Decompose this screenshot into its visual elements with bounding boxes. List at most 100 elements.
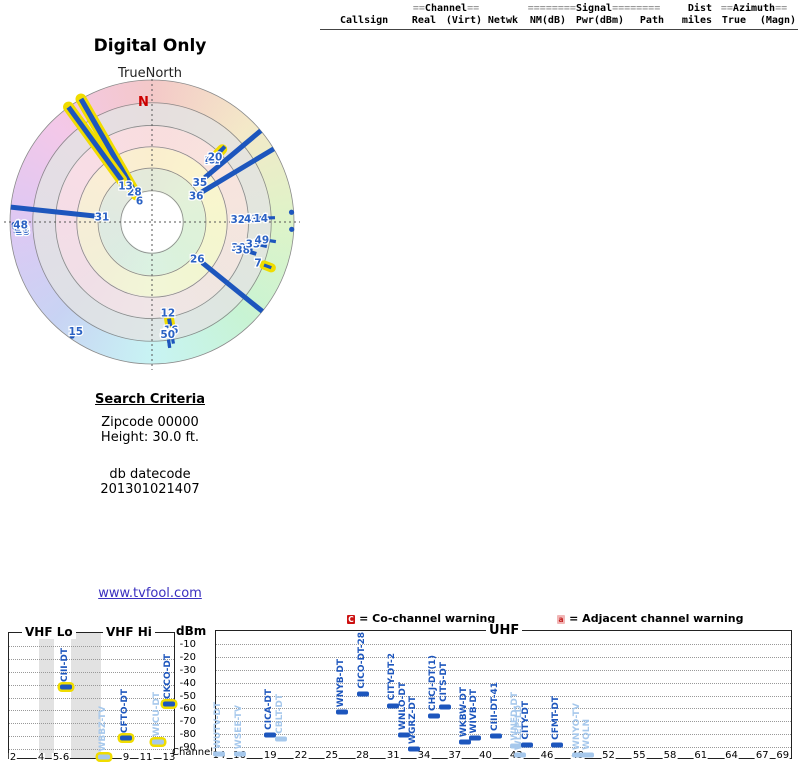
radar-spoke bbox=[10, 204, 96, 219]
channel-tick-label: 6 bbox=[61, 752, 71, 763]
station-label: WBBZ-TV bbox=[98, 706, 108, 752]
radar-channel-label: 36 bbox=[189, 190, 204, 202]
station-marker bbox=[274, 736, 287, 742]
co-channel-legend: C = Co-channel warning bbox=[347, 611, 495, 626]
station-label: CITY-DT bbox=[520, 701, 531, 740]
channel-tick-label: 61 bbox=[693, 750, 709, 761]
station-label: WIVB-DT bbox=[469, 688, 480, 734]
radar-channel-label: 48 bbox=[13, 219, 28, 231]
gridline bbox=[216, 656, 791, 658]
col-callsign: Callsign bbox=[340, 15, 389, 26]
channel-group-header: ==Channel== bbox=[412, 3, 480, 14]
station-marker bbox=[520, 742, 533, 748]
radar-channel-label: 49 bbox=[255, 234, 270, 246]
col-pwr: Pwr(dBm) bbox=[575, 15, 624, 26]
gridline bbox=[216, 682, 791, 684]
radar-channel-label: 35 bbox=[193, 177, 208, 189]
uhf-label: UHF bbox=[486, 623, 523, 638]
vhf-lo-label: VHF Lo bbox=[22, 625, 76, 639]
station-marker bbox=[551, 742, 564, 748]
gridline bbox=[216, 695, 791, 697]
height-value: Height: 30.0 ft. bbox=[100, 430, 200, 445]
col-path: Path bbox=[639, 15, 664, 26]
radar-spoke bbox=[200, 260, 264, 314]
datecode-label: db datecode bbox=[109, 467, 191, 482]
radar-channel-label: 31 bbox=[95, 212, 110, 224]
station-marker bbox=[469, 735, 482, 741]
channel-tick-label: 25 bbox=[324, 750, 340, 761]
station-label: WKBW-DT bbox=[459, 687, 469, 738]
gridline bbox=[9, 671, 174, 673]
station-label: CFMT-DT bbox=[551, 695, 562, 740]
channel-tick-label: 52 bbox=[601, 750, 616, 761]
station-marker bbox=[98, 754, 110, 760]
station-label: CICO-DT-28 bbox=[356, 631, 367, 689]
vhf-hi-label: VHF Hi bbox=[103, 625, 155, 639]
channel-tick-label: 37 bbox=[447, 750, 463, 761]
station-marker bbox=[60, 684, 72, 690]
station-label: WQLN bbox=[582, 719, 592, 750]
gridline bbox=[216, 747, 791, 748]
gridline bbox=[9, 749, 174, 750]
radar-channel-label: 15 bbox=[69, 326, 84, 338]
adjacent-channel-warning-icon: a bbox=[557, 615, 565, 624]
channel-tick-label: 22 bbox=[293, 750, 309, 761]
signal-group-header: ========Signal======== bbox=[527, 3, 661, 14]
col-true: True bbox=[721, 15, 746, 26]
station-label: CITS-DT bbox=[438, 661, 449, 702]
dbm-tick-label: -50 bbox=[179, 690, 196, 702]
radar-channel-label: 26 bbox=[190, 254, 205, 266]
gridline bbox=[9, 736, 174, 738]
channel-tick-label: 40 bbox=[478, 750, 493, 761]
radar-channel-label: 50 bbox=[160, 329, 175, 341]
radar-dot bbox=[288, 209, 295, 215]
gridline bbox=[216, 734, 791, 736]
station-label: WNYO-TV bbox=[571, 703, 582, 750]
gridline bbox=[216, 644, 791, 645]
gridline bbox=[9, 658, 174, 660]
station-marker bbox=[428, 713, 441, 719]
radar-channel-label: 13 bbox=[118, 181, 133, 193]
channel-tick-label: 11 bbox=[138, 752, 154, 763]
gridline bbox=[9, 697, 174, 699]
station-label: CICA-DT bbox=[264, 688, 275, 730]
north-label: N bbox=[138, 95, 149, 110]
station-marker bbox=[120, 735, 132, 741]
non-tv-spectrum-stripe bbox=[39, 633, 54, 758]
radar-channel-label: 20 bbox=[208, 152, 223, 164]
dbm-tick-label: -60 bbox=[179, 703, 196, 715]
tvfool-link[interactable]: www.tvfool.com bbox=[98, 586, 202, 601]
azimuth-group-header: ==Azimuth== bbox=[720, 3, 788, 14]
station-label: CIII-DT-41 bbox=[489, 681, 500, 731]
channel-tick-label: 34 bbox=[416, 750, 432, 761]
station-label: WUTV-DT bbox=[213, 701, 223, 749]
station-label: CBLT-DT bbox=[274, 694, 285, 734]
datecode-value: 201301021407 bbox=[100, 482, 200, 497]
vhf-chart: 2456791113CIII-DTWBBZ-TVCFTO-DTWICU-DTCK… bbox=[8, 632, 177, 763]
channel-tick-label: 67 bbox=[754, 750, 770, 761]
gridline bbox=[9, 646, 174, 647]
channel-tick-label: 55 bbox=[631, 750, 647, 761]
channel-tick-label: 31 bbox=[385, 750, 401, 761]
station-marker bbox=[438, 704, 451, 710]
station-marker bbox=[489, 733, 502, 739]
radar-channel-label: 7 bbox=[254, 258, 261, 270]
station-marker bbox=[514, 752, 527, 758]
gridline bbox=[9, 710, 174, 712]
station-marker bbox=[407, 746, 420, 752]
station-table: ==Channel== ========Signal======== Dist … bbox=[320, 3, 798, 30]
radar-spoke bbox=[167, 339, 172, 349]
channel-tick-label: 58 bbox=[662, 750, 678, 761]
table-group-header: ==Channel== ========Signal======== Dist … bbox=[320, 3, 798, 15]
col-magn: (Magn) bbox=[759, 15, 796, 26]
station-marker bbox=[151, 739, 164, 745]
channel-tick-label: 46 bbox=[539, 750, 555, 761]
station-marker bbox=[356, 691, 369, 697]
radar-channel-label: 14 bbox=[253, 213, 268, 225]
station-marker bbox=[233, 751, 246, 757]
station-label: CFTO-DT bbox=[120, 688, 130, 733]
radar-spoke bbox=[267, 238, 277, 244]
radar-dot bbox=[289, 226, 295, 232]
zipcode-value: Zipcode 00000 bbox=[101, 415, 199, 430]
col-miles: miles bbox=[681, 15, 712, 26]
